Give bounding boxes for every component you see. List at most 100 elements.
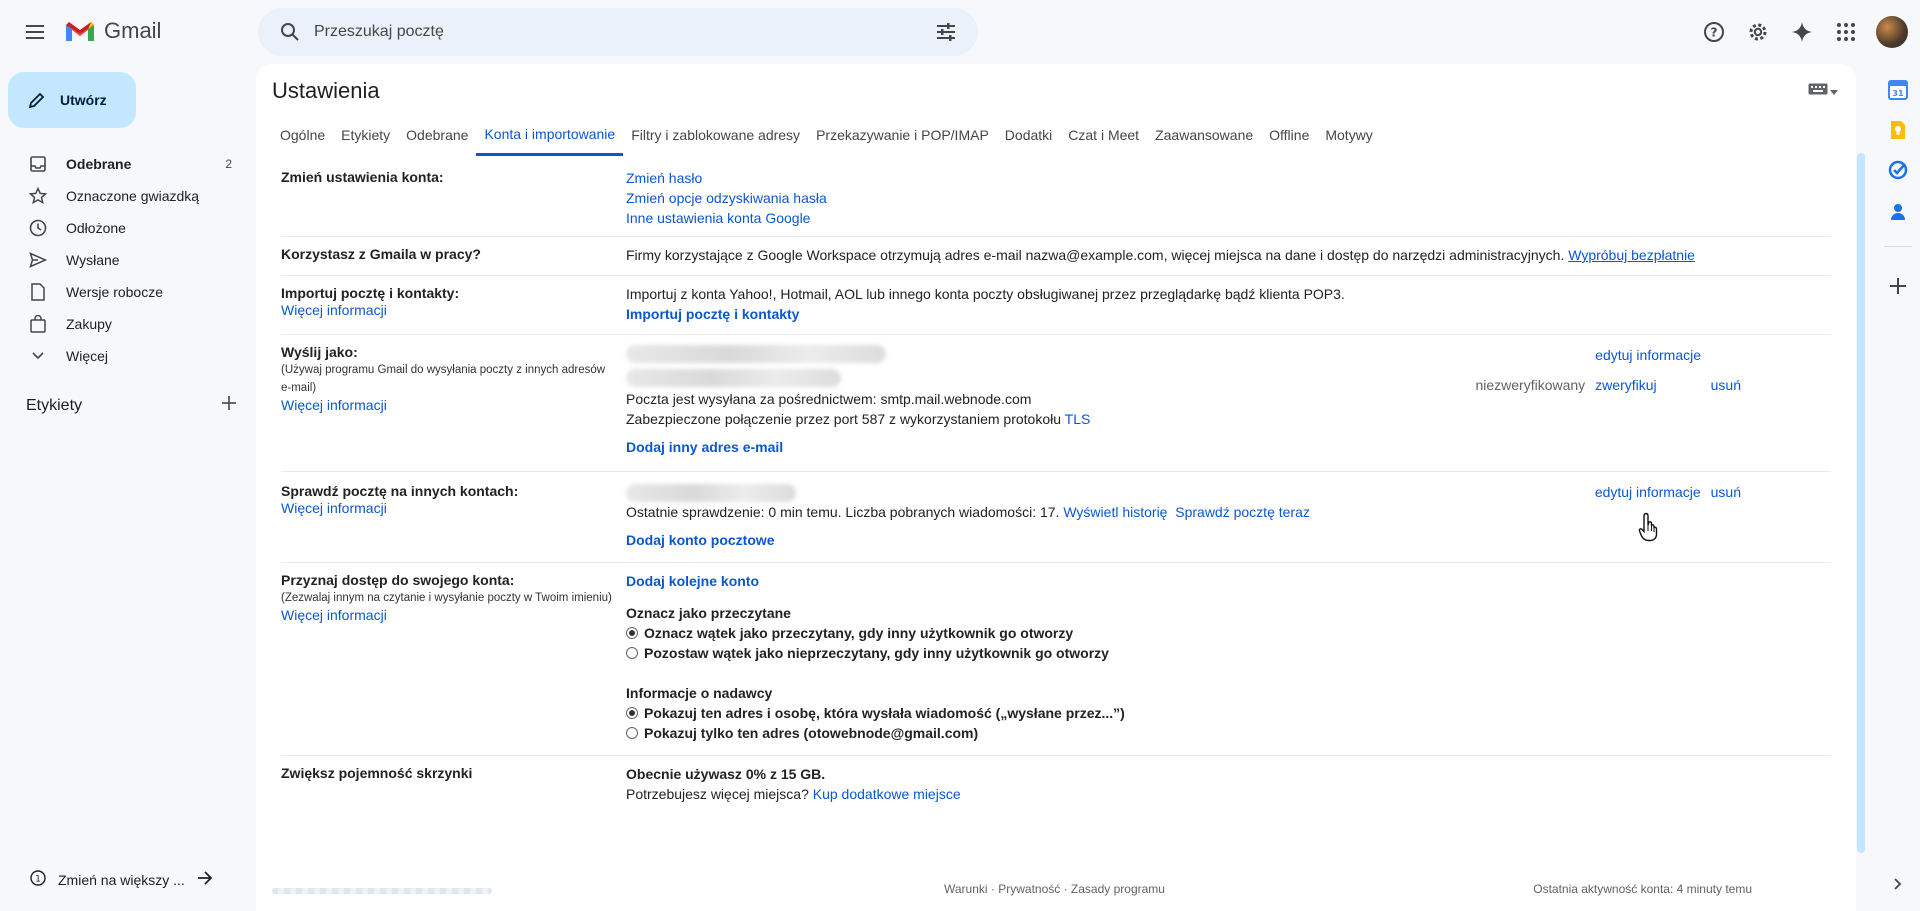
sidebar-item-purchases[interactable]: Zakupy — [0, 308, 256, 340]
buy-storage-link[interactable]: Kup dodatkowe miejsce — [813, 786, 961, 802]
mark-read-option[interactable]: Oznacz wątek jako przeczytany, gdy inny … — [626, 623, 1831, 643]
setting-title: Zwiększ pojemność skrzynki — [281, 765, 473, 781]
upgrade-storage-promo[interactable]: 1 Zmień na większy ... — [30, 870, 213, 889]
sidebar-item-sent[interactable]: Wysłane — [0, 244, 256, 276]
change-recovery-link[interactable]: Zmień opcje odzyskiwania hasła — [626, 190, 827, 206]
search-options-icon[interactable] — [922, 8, 970, 56]
add-another-account-link[interactable]: Dodaj kolejne konto — [626, 573, 759, 589]
setting-row-workspace: Korzystasz z Gmaila w pracy? Firmy korzy… — [281, 237, 1831, 276]
add-mail-account-link[interactable]: Dodaj konto pocztowe — [626, 532, 775, 548]
help-icon[interactable]: ? — [1694, 12, 1734, 52]
tab-forwarding[interactable]: Przekazywanie i POP/IMAP — [808, 114, 997, 156]
search-icon[interactable] — [266, 8, 314, 56]
edit-info-link[interactable]: edytuj informacje — [1595, 482, 1701, 502]
radio-unselected[interactable] — [626, 647, 638, 659]
gemini-sparkle-icon[interactable] — [1782, 12, 1822, 52]
settings-tabs: Ogólne Etykiety Odebrane Konta i importo… — [272, 114, 1381, 156]
setting-row-import: Importuj pocztę i kontakty: Więcej infor… — [281, 276, 1831, 335]
setting-title: Wyślij jako: — [281, 344, 358, 360]
tasks-icon[interactable] — [1886, 158, 1910, 182]
sidebar-item-inbox[interactable]: Odebrane 2 — [0, 148, 256, 180]
compose-button[interactable]: Utwórz — [8, 72, 136, 128]
svg-text:31: 31 — [1892, 89, 1904, 98]
apps-grid-icon[interactable] — [1826, 12, 1866, 52]
other-google-settings-link[interactable]: Inne ustawienia konta Google — [626, 210, 810, 226]
contacts-icon[interactable] — [1886, 200, 1910, 224]
tab-advanced[interactable]: Zaawansowane — [1147, 114, 1261, 156]
remove-link[interactable]: usuń — [1711, 375, 1741, 395]
side-panel: 31 — [1876, 64, 1920, 911]
setting-value: Obecnie używasz 0% z 15 GB. Potrzebujesz… — [626, 764, 1831, 804]
tab-addons[interactable]: Dodatki — [997, 114, 1060, 156]
keep-icon[interactable] — [1886, 118, 1910, 142]
tab-labels[interactable]: Etykiety — [333, 114, 398, 156]
setting-title: Importuj pocztę i kontakty: — [281, 285, 460, 301]
tab-offline[interactable]: Offline — [1261, 114, 1317, 156]
radio-unselected[interactable] — [626, 727, 638, 739]
chevron-right-icon[interactable] — [1886, 872, 1910, 896]
top-bar: Gmail ? — [0, 0, 1920, 64]
add-label-icon[interactable] — [222, 396, 236, 415]
show-address-only-option[interactable]: Pokazuj tylko ten adres (otowebnode@gmai… — [626, 723, 1831, 743]
setting-title: Korzystasz z Gmaila w pracy? — [281, 246, 481, 262]
star-icon — [28, 186, 48, 206]
learn-more-link[interactable]: Więcej informacji — [281, 397, 387, 413]
main-menu-button[interactable] — [20, 16, 52, 48]
sidebar-nav: Odebrane 2 Oznaczone gwiazdką Odłożone W… — [0, 148, 256, 372]
edit-info-link[interactable]: edytuj informacje — [1595, 345, 1701, 365]
check-mail-now-link[interactable]: Sprawdź pocztę teraz — [1175, 504, 1310, 520]
verify-link[interactable]: zweryfikuj — [1595, 375, 1656, 395]
sidebar-item-label: Oznaczone gwiazdką — [66, 188, 200, 204]
settings-content: Zmień ustawienia konta: Zmień hasło Zmie… — [281, 160, 1831, 814]
sidebar-item-starred[interactable]: Oznaczone gwiazdką — [0, 180, 256, 212]
tab-inbox[interactable]: Odebrane — [398, 114, 476, 156]
tab-chat-meet[interactable]: Czat i Meet — [1060, 114, 1147, 156]
secure-connection-info: Zabezpieczone połączenie przez port 587 … — [626, 409, 1831, 429]
send-icon — [28, 250, 48, 270]
settings-panel: Ustawienia Ogólne Etykiety Odebrane Kont… — [256, 64, 1856, 911]
add-email-address-link[interactable]: Dodaj inny adres e-mail — [626, 439, 783, 455]
settings-gear-icon[interactable] — [1738, 12, 1778, 52]
add-addon-icon[interactable] — [1886, 274, 1910, 298]
account-avatar[interactable] — [1876, 16, 1908, 48]
show-sender-option[interactable]: Pokazuj ten adres i osobę, która wysłała… — [626, 703, 1831, 723]
tab-filters[interactable]: Filtry i zablokowane adresy — [623, 114, 808, 156]
storage-bar — [272, 888, 492, 894]
sidebar-item-label: Więcej — [66, 348, 109, 364]
radio-selected[interactable] — [626, 627, 638, 639]
import-mail-contacts-link[interactable]: Importuj pocztę i kontakty — [626, 306, 799, 322]
chevron-down-icon — [28, 346, 48, 366]
radio-selected[interactable] — [626, 707, 638, 719]
sidebar-item-drafts[interactable]: Wersje robocze — [0, 276, 256, 308]
learn-more-link[interactable]: Więcej informacji — [281, 302, 387, 318]
tab-accounts-import[interactable]: Konta i importowanie — [476, 114, 624, 156]
tab-themes[interactable]: Motywy — [1317, 114, 1380, 156]
learn-more-link[interactable]: Więcej informacji — [281, 500, 387, 516]
keep-unread-option[interactable]: Pozostaw wątek jako nieprzeczytany, gdy … — [626, 643, 1831, 663]
view-history-link[interactable]: Wyświetl historię — [1063, 504, 1167, 520]
sidebar-item-snoozed[interactable]: Odłożone — [0, 212, 256, 244]
tab-general[interactable]: Ogólne — [272, 114, 333, 156]
scrollbar[interactable] — [1857, 153, 1865, 853]
input-tools-dropdown[interactable] — [1808, 82, 1838, 100]
shopping-bag-icon — [28, 314, 48, 334]
secondary-address-actions: niezweryfikowany zweryfikuj usuń — [1475, 375, 1741, 395]
tls-link[interactable]: TLS — [1065, 411, 1091, 427]
calendar-icon[interactable]: 31 — [1886, 78, 1910, 102]
remove-link[interactable]: usuń — [1711, 482, 1741, 502]
option-label: Pokazuj ten adres i osobę, która wysłała… — [644, 705, 1125, 721]
change-password-link[interactable]: Zmień hasło — [626, 170, 702, 186]
sidebar-item-more[interactable]: Więcej — [0, 340, 256, 372]
learn-more-link[interactable]: Więcej informacji — [281, 607, 387, 623]
setting-value: edytuj informacje niezweryfikowany zwery… — [626, 343, 1831, 457]
search-input[interactable] — [314, 23, 922, 41]
sender-info-heading: Informacje o nadawcy — [626, 685, 773, 701]
gmail-logo[interactable]: Gmail — [64, 18, 161, 44]
labels-section-header: Etykiety — [26, 396, 236, 415]
pencil-icon — [28, 92, 45, 109]
footer-links[interactable]: Warunki · Prywatność · Zasady programu — [944, 882, 1165, 896]
side-panel-divider — [1884, 246, 1912, 247]
caret-down-icon — [1830, 82, 1838, 100]
redacted-address — [626, 345, 886, 364]
try-free-link[interactable]: Wypróbuj bezpłatnie — [1568, 247, 1695, 263]
